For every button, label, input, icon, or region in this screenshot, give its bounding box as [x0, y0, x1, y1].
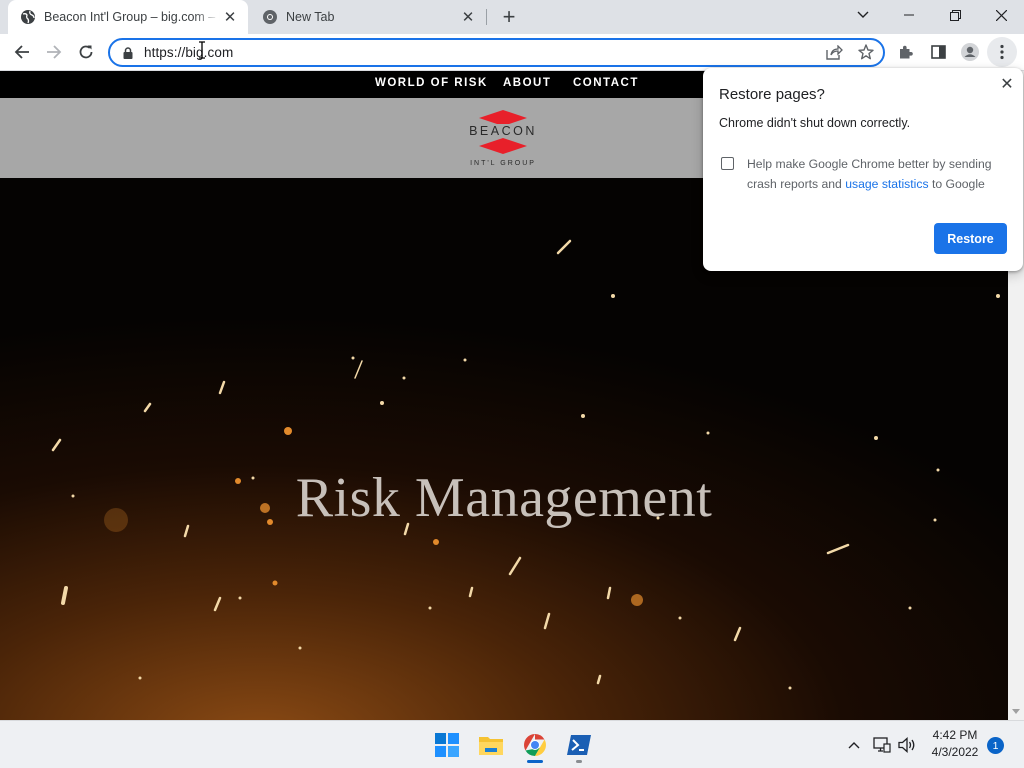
crash-report-checkbox[interactable] — [721, 157, 734, 170]
reload-button[interactable] — [71, 37, 101, 67]
arrow-left-icon — [14, 45, 29, 59]
scroll-down-icon[interactable] — [1012, 709, 1020, 714]
minimize-icon — [904, 14, 914, 16]
text-cursor-icon — [199, 41, 205, 59]
close-tab-icon[interactable]: ✕ — [220, 7, 240, 27]
restore-pages-dialog: Restore pages? ✕ Chrome didn't shut down… — [703, 68, 1023, 271]
nav-world-of-risk[interactable]: WORLD OF RISK — [375, 77, 488, 89]
clock-time: 4:42 PM — [932, 728, 978, 742]
windows-taskbar: 4:42 PM 4/3/2022 1 — [0, 720, 1024, 768]
usage-statistics-link[interactable]: usage statistics — [845, 177, 928, 191]
new-tab-button[interactable]: + — [498, 4, 520, 29]
volume-button[interactable] — [895, 733, 919, 757]
start-button[interactable] — [431, 729, 463, 761]
network-button[interactable] — [870, 733, 894, 757]
bookmark-button[interactable] — [851, 37, 881, 67]
clock-date: 4/3/2022 — [931, 745, 979, 759]
back-button[interactable] — [7, 37, 37, 67]
puzzle-icon — [900, 45, 913, 59]
share-icon — [825, 44, 843, 60]
crash-report-label: Help make Google Chrome better by sendin… — [747, 154, 1007, 194]
chrome-menu-button[interactable] — [987, 37, 1017, 67]
nav-contact[interactable]: CONTACT — [573, 77, 639, 89]
chrome-taskbar-button[interactable] — [519, 729, 551, 761]
restore-button[interactable]: Restore — [934, 223, 1007, 254]
start-icon — [435, 733, 459, 757]
close-tab-icon[interactable]: ✕ — [458, 7, 478, 27]
notification-badge[interactable]: 1 — [987, 737, 1004, 754]
close-dialog-icon[interactable]: ✕ — [997, 74, 1017, 94]
chrome-icon — [263, 10, 277, 24]
file-explorer-button[interactable] — [475, 729, 507, 761]
nav-about[interactable]: ABOUT — [503, 77, 551, 89]
chevron-up-icon — [848, 742, 860, 749]
taskbar-clock[interactable]: 4:42 PM 4/3/2022 — [920, 727, 990, 761]
powershell-running-indicator — [576, 760, 582, 763]
restore-window-icon — [949, 9, 961, 21]
logo-name: BEACON — [465, 124, 541, 138]
globe-icon — [21, 10, 35, 24]
show-hidden-icons-button[interactable] — [842, 733, 866, 757]
address-bar[interactable]: https://big.com — [108, 38, 885, 67]
tab-beacon[interactable]: Beacon Int'l Group – big.com – h ✕ — [8, 0, 248, 34]
browser-toolbar: https://big.com — [0, 34, 1024, 71]
kebab-menu-icon — [1000, 44, 1004, 60]
file-explorer-icon — [479, 737, 503, 755]
powershell-icon — [567, 735, 591, 755]
minimize-button[interactable] — [886, 0, 932, 30]
tab-title: Beacon Int'l Group – big.com – h — [44, 10, 220, 24]
profile-button[interactable] — [955, 37, 985, 67]
share-button[interactable] — [819, 37, 849, 67]
arrow-right-icon — [47, 45, 62, 59]
tab-new-tab[interactable]: New Tab ✕ — [250, 0, 486, 34]
chrome-icon — [524, 734, 546, 756]
profile-icon — [961, 43, 979, 61]
tab-strip: Beacon Int'l Group – big.com – h ✕ New T… — [0, 0, 1024, 34]
restore-window-button[interactable] — [932, 0, 978, 30]
dialog-title: Restore pages? — [719, 86, 825, 103]
close-icon — [995, 9, 1007, 21]
network-icon — [873, 737, 891, 753]
chrome-running-indicator — [527, 760, 543, 763]
star-icon — [858, 44, 874, 60]
lock-icon[interactable] — [120, 45, 136, 61]
tab-search-button[interactable] — [840, 0, 886, 30]
close-window-button[interactable] — [978, 0, 1024, 30]
extensions-button[interactable] — [891, 37, 921, 67]
tab-title: New Tab — [286, 10, 335, 24]
powershell-button[interactable] — [563, 729, 595, 761]
hero-title: Risk Management — [295, 467, 713, 529]
side-panel-button[interactable] — [923, 37, 953, 67]
tab-separator — [486, 9, 487, 25]
chevron-down-icon — [857, 11, 869, 18]
logo-subtitle: INT'L GROUP — [470, 160, 536, 167]
sidepanel-icon — [930, 45, 946, 59]
speaker-icon — [898, 737, 915, 753]
dialog-message: Chrome didn't shut down correctly. — [719, 116, 911, 130]
reload-icon — [79, 45, 93, 59]
forward-button[interactable] — [39, 37, 69, 67]
checkbox-text-2: to Google — [928, 177, 985, 191]
url-text[interactable]: https://big.com — [144, 45, 233, 60]
beacon-logo[interactable]: BEACON INT'L GROUP — [465, 108, 541, 170]
